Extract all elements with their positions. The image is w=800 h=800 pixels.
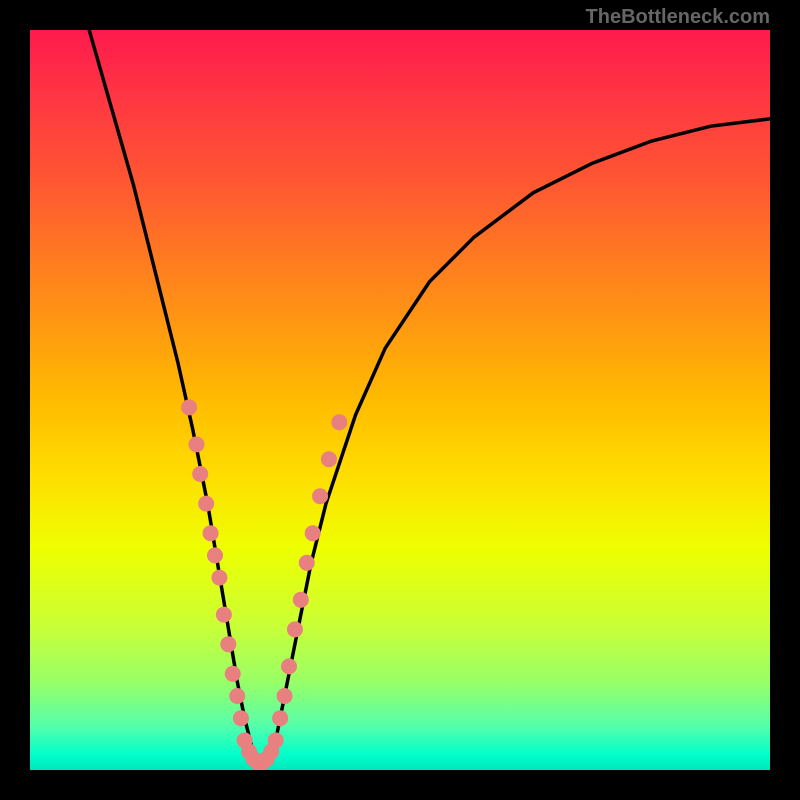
data-point: [216, 607, 232, 623]
data-point: [250, 755, 266, 770]
data-point: [281, 658, 297, 674]
attribution-text: TheBottleneck.com: [586, 6, 770, 29]
chart-container: TheBottleneck.com: [0, 0, 800, 800]
data-point: [263, 744, 279, 760]
data-point: [207, 547, 223, 563]
bottleneck-curve: [89, 30, 770, 763]
data-point: [272, 710, 288, 726]
data-point: [312, 488, 328, 504]
data-markers: [181, 399, 347, 770]
data-point: [229, 688, 245, 704]
data-point: [198, 496, 214, 512]
data-point: [321, 451, 337, 467]
data-point: [211, 570, 227, 586]
data-point: [192, 466, 208, 482]
data-point: [305, 525, 321, 541]
data-point: [293, 592, 309, 608]
data-point: [237, 732, 253, 748]
data-point: [220, 636, 236, 652]
data-point: [259, 751, 275, 767]
data-point: [241, 744, 257, 760]
data-point: [233, 710, 249, 726]
data-point: [181, 399, 197, 415]
chart-overlay: [30, 30, 770, 770]
plot-area: [30, 30, 770, 770]
data-point: [245, 751, 261, 767]
data-point: [189, 436, 205, 452]
data-point: [277, 688, 293, 704]
data-point: [203, 525, 219, 541]
data-point: [299, 555, 315, 571]
data-point: [254, 755, 270, 770]
data-point: [225, 666, 241, 682]
data-point: [268, 732, 284, 748]
data-point: [287, 621, 303, 637]
data-point: [331, 414, 347, 430]
